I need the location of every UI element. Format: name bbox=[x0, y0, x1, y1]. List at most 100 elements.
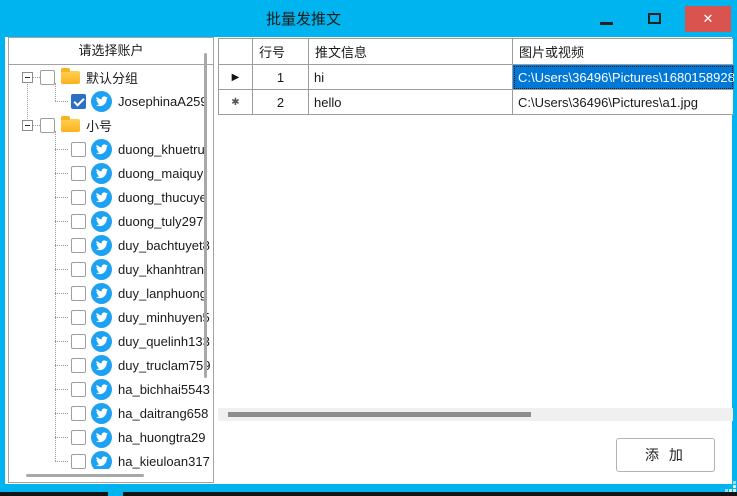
tree-group-item[interactable]: 小号 bbox=[9, 113, 213, 137]
tree-account-item[interactable]: ha_huongtra29 bbox=[9, 425, 213, 449]
row-indicator-icon[interactable]: ✱ bbox=[219, 90, 253, 115]
account-checkbox[interactable] bbox=[71, 214, 86, 229]
tree-horizontal-scrollbar[interactable] bbox=[26, 474, 144, 477]
account-label: duy_truclam759 bbox=[118, 358, 211, 373]
message-cell[interactable]: hi bbox=[309, 65, 513, 90]
tree-account-item[interactable]: duong_tuly297 bbox=[9, 209, 213, 233]
account-checkbox[interactable] bbox=[71, 334, 86, 349]
tree-connector bbox=[55, 389, 68, 390]
row-number-cell[interactable]: 2 bbox=[253, 90, 309, 115]
account-checkbox[interactable] bbox=[71, 94, 86, 109]
tree-connector bbox=[55, 293, 68, 294]
tree-connector bbox=[55, 101, 68, 102]
account-checkbox[interactable] bbox=[71, 310, 86, 325]
account-checkbox[interactable] bbox=[71, 238, 86, 253]
account-label: duy_khanhtran bbox=[118, 262, 204, 277]
add-button[interactable]: 添 加 bbox=[616, 438, 715, 472]
account-panel: 请选择账户 默认分组 JosephinaA259 小号 duong_k bbox=[8, 37, 214, 483]
tree-account-item[interactable]: duong_thucuye bbox=[9, 185, 213, 209]
tree-account-item[interactable]: duy_truclam759 bbox=[9, 353, 213, 377]
group-checkbox[interactable] bbox=[40, 70, 55, 85]
row-number-cell[interactable]: 1 bbox=[253, 65, 309, 90]
twitter-icon bbox=[91, 211, 112, 232]
grid-header-rowselector[interactable] bbox=[219, 39, 253, 65]
account-label: duy_minhuyen5 bbox=[118, 310, 210, 325]
twitter-icon bbox=[91, 163, 112, 184]
account-label: duong_maiquy bbox=[118, 166, 203, 181]
account-label: duy_bachtuyet8 bbox=[118, 238, 210, 253]
tree-account-item[interactable]: duy_lanphuong bbox=[9, 281, 213, 305]
tree-connector bbox=[55, 245, 68, 246]
account-tree: 默认分组 JosephinaA259 小号 duong_khuetru duon… bbox=[9, 65, 213, 469]
twitter-icon bbox=[91, 427, 112, 448]
account-checkbox[interactable] bbox=[71, 262, 86, 277]
minimize-icon bbox=[600, 22, 613, 25]
account-checkbox[interactable] bbox=[71, 430, 86, 445]
grid-scrollbar-thumb[interactable] bbox=[228, 412, 531, 417]
tree-account-item[interactable]: duy_khanhtran bbox=[9, 257, 213, 281]
twitter-icon bbox=[91, 235, 112, 256]
tree-connector bbox=[55, 365, 68, 366]
tree-account-item[interactable]: ha_kieuloan317 bbox=[9, 449, 213, 469]
account-checkbox[interactable] bbox=[71, 166, 86, 181]
tree-account-item[interactable]: duong_khuetru bbox=[9, 137, 213, 161]
maximize-button[interactable] bbox=[637, 6, 671, 32]
account-label: JosephinaA259 bbox=[118, 94, 208, 109]
twitter-icon bbox=[91, 331, 112, 352]
group-checkbox[interactable] bbox=[40, 118, 55, 133]
account-checkbox[interactable] bbox=[71, 142, 86, 157]
close-button[interactable]: ✕ bbox=[685, 6, 731, 32]
account-checkbox[interactable] bbox=[71, 406, 86, 421]
tree-account-item[interactable]: duy_quelinh133 bbox=[9, 329, 213, 353]
twitter-icon bbox=[91, 259, 112, 280]
tree-account-item[interactable]: duy_minhuyen5 bbox=[9, 305, 213, 329]
media-cell[interactable]: C:\Users\36496\Pictures\a1.jpg bbox=[513, 90, 734, 115]
account-label: ha_huongtra29 bbox=[118, 430, 205, 445]
tree-connector bbox=[55, 173, 68, 174]
grid-header-row: 行号 推文信息 图片或视频 bbox=[219, 39, 733, 65]
folder-icon bbox=[61, 71, 80, 84]
grid-header-message[interactable]: 推文信息 bbox=[309, 39, 513, 65]
app-window: 批量发推文 ✕ 请选择账户 默认分组 JosephinaA259 bbox=[0, 0, 737, 496]
tree-connector bbox=[55, 317, 68, 318]
account-checkbox[interactable] bbox=[71, 286, 86, 301]
account-label: duong_thucuye bbox=[118, 190, 207, 205]
minimize-button[interactable] bbox=[589, 6, 623, 32]
media-cell[interactable]: C:\Users\36496\Pictures\1680158928 bbox=[513, 65, 734, 90]
account-checkbox[interactable] bbox=[71, 190, 86, 205]
account-checkbox[interactable] bbox=[71, 454, 86, 469]
window-border-left bbox=[0, 37, 5, 484]
title-bar: 批量发推文 ✕ bbox=[0, 0, 737, 37]
grid-header-media[interactable]: 图片或视频 bbox=[513, 39, 734, 65]
tree-connector bbox=[55, 149, 68, 150]
tree-account-item[interactable]: ha_bichhai5543 bbox=[9, 377, 213, 401]
tree-guides bbox=[27, 77, 28, 125]
tree-connector bbox=[33, 125, 40, 126]
twitter-icon bbox=[91, 91, 112, 112]
tree-guides bbox=[55, 131, 56, 461]
tree-connector bbox=[55, 269, 68, 270]
twitter-icon bbox=[91, 307, 112, 328]
tree-account-item[interactable]: ha_daitrang658 bbox=[9, 401, 213, 425]
grid-body: ▶ 1 hi C:\Users\36496\Pictures\168015892… bbox=[219, 65, 733, 115]
tree-connector bbox=[55, 341, 68, 342]
row-indicator-icon[interactable]: ▶ bbox=[219, 65, 253, 90]
account-checkbox[interactable] bbox=[71, 382, 86, 397]
tree-group-item[interactable]: 默认分组 bbox=[9, 65, 213, 89]
tree-account-item[interactable]: duong_maiquy bbox=[9, 161, 213, 185]
tree-account-item[interactable]: duy_bachtuyet8 bbox=[9, 233, 213, 257]
grid-header-rownumber[interactable]: 行号 bbox=[253, 39, 309, 65]
collapse-icon[interactable] bbox=[22, 120, 33, 131]
grid-row: ▶ 1 hi C:\Users\36496\Pictures\168015892… bbox=[219, 65, 733, 90]
message-cell[interactable]: hello bbox=[309, 90, 513, 115]
tree-connector bbox=[55, 437, 68, 438]
account-label: ha_kieuloan317 bbox=[118, 454, 210, 469]
tree-vertical-scrollbar[interactable] bbox=[204, 53, 207, 378]
account-checkbox[interactable] bbox=[71, 358, 86, 373]
window-border-bottom bbox=[0, 484, 737, 492]
tree-account-item[interactable]: JosephinaA259 bbox=[9, 89, 213, 113]
tree-connector bbox=[55, 413, 68, 414]
account-label: duy_lanphuong bbox=[118, 286, 207, 301]
collapse-icon[interactable] bbox=[22, 72, 33, 83]
resize-grip-icon[interactable] bbox=[725, 481, 736, 492]
